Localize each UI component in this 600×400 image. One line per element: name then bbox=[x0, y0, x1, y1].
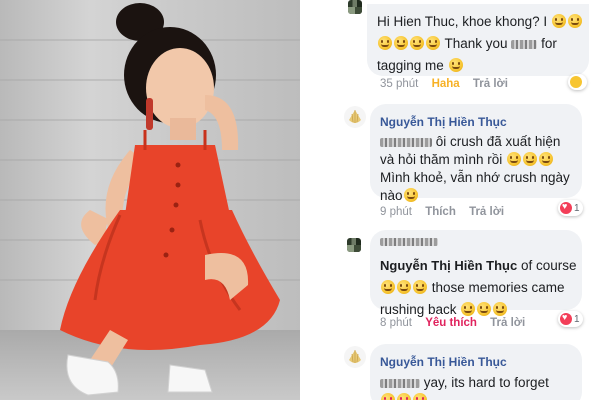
smile-emoji bbox=[413, 280, 427, 294]
comment-2-line-4: nào bbox=[380, 187, 572, 205]
comment-2-line-1: ôi crush đã xuất hiện bbox=[380, 133, 572, 151]
comment-1-meta: 35 phút Haha Trả lời bbox=[380, 78, 518, 90]
comment-2-time: 9 phút bbox=[380, 206, 412, 218]
shell-avatar[interactable] bbox=[344, 106, 366, 128]
comment-author[interactable]: Nguyễn Thị Hiền Thục bbox=[380, 355, 507, 369]
smile-emoji bbox=[539, 152, 554, 166]
comment-bubble-4: Nguyễn Thị Hiền Thục yay, its hard to fo… bbox=[370, 344, 582, 400]
comment-4-author-line: Nguyễn Thị Hiền Thục bbox=[380, 351, 572, 373]
heart-eyes-emoji bbox=[413, 393, 427, 400]
shell-icon bbox=[349, 110, 361, 123]
reply-button[interactable]: Trả lời bbox=[469, 206, 504, 218]
smile-emoji bbox=[477, 302, 492, 316]
reaction-count-badge-3[interactable]: 1 bbox=[558, 311, 583, 327]
comment-3-line-3: those memories came bbox=[380, 277, 572, 299]
love-reaction-button[interactable]: Yêu thích bbox=[425, 317, 477, 329]
smile-emoji bbox=[448, 58, 463, 72]
blurred-name bbox=[380, 238, 438, 246]
comments-panel: Hi Hien Thuc, khoe khong? I Thank you fo… bbox=[300, 0, 600, 400]
smile-emoji bbox=[381, 280, 395, 294]
comment-2-line-3: Mình khoẻ, vẫn nhớ crush ngày bbox=[380, 170, 570, 185]
haha-reaction-button[interactable]: Haha bbox=[432, 78, 460, 90]
comment-1-line-3: tagging me bbox=[377, 55, 579, 77]
comment-author[interactable]: Nguyễn Thị Hiền Thục bbox=[380, 115, 507, 129]
heart-reaction-icon bbox=[560, 201, 572, 214]
comment-author[interactable]: Nguyễn Thị Hiền Thục bbox=[380, 258, 517, 273]
comment-3-line-2: Nguyễn Thị Hiền Thục of course bbox=[380, 258, 577, 273]
smile-emoji bbox=[523, 152, 538, 166]
smile-emoji bbox=[426, 36, 440, 50]
smile-emoji bbox=[551, 14, 566, 28]
comment-2-meta: 9 phút Thích Trả lời bbox=[380, 206, 514, 218]
comment-1-time: 35 phút bbox=[380, 78, 419, 90]
blurred-name bbox=[511, 39, 538, 49]
heart-eyes-emoji bbox=[397, 393, 411, 400]
smile-emoji bbox=[397, 280, 411, 294]
photo-panel bbox=[0, 0, 300, 400]
heart-eyes-emoji bbox=[381, 393, 395, 400]
reply-button[interactable]: Trả lời bbox=[490, 317, 525, 329]
comment-1-line-1: Hi Hien Thuc, khoe khong? I bbox=[377, 11, 582, 33]
reply-button[interactable]: Trả lời bbox=[473, 78, 508, 90]
reaction-count-badge-1[interactable] bbox=[568, 74, 587, 90]
smile-emoji bbox=[378, 36, 392, 50]
comment-bubble-3: Nguyễn Thị Hiền Thục of course those mem… bbox=[370, 230, 582, 317]
comment-1-line-2: Thank you for bbox=[377, 33, 579, 55]
shell-avatar[interactable] bbox=[344, 346, 366, 368]
smile-emoji bbox=[493, 302, 508, 316]
comment-4-line-2 bbox=[380, 393, 572, 400]
smile-emoji bbox=[567, 14, 582, 28]
smile-emoji bbox=[394, 36, 408, 50]
comment-bubble-1: Hi Hien Thuc, khoe khong? I Thank you fo… bbox=[367, 4, 589, 76]
pixelated-avatar[interactable] bbox=[347, 238, 361, 252]
comment-2-author-line: Nguyễn Thị Hiền Thục bbox=[380, 111, 572, 133]
woman-in-red-dress-photo bbox=[0, 3, 300, 400]
like-button[interactable]: Thích bbox=[425, 206, 456, 218]
comment-4-line-1: yay, its hard to forget bbox=[380, 373, 572, 393]
smile-emoji bbox=[410, 36, 424, 50]
shell-icon bbox=[349, 350, 361, 363]
smile-emoji bbox=[403, 188, 418, 202]
smile-emoji bbox=[461, 302, 476, 316]
comment-bubble-2: Nguyễn Thị Hiền Thục ôi crush đã xuất hi… bbox=[370, 104, 582, 203]
comment-3-time: 8 phút bbox=[380, 317, 412, 329]
reaction-count-badge-2[interactable]: 1 bbox=[558, 200, 583, 216]
comment-2-line-2: và hỏi thăm mình rồi bbox=[380, 151, 572, 169]
pixelated-avatar[interactable] bbox=[348, 0, 362, 14]
smile-emoji bbox=[507, 152, 522, 166]
comment-3-meta: 8 phút Yêu thích Trả lời bbox=[380, 317, 535, 329]
blurred-name bbox=[380, 137, 432, 147]
heart-reaction-icon bbox=[560, 312, 572, 325]
blurred-name bbox=[380, 378, 420, 388]
haha-reaction-icon bbox=[570, 76, 582, 88]
